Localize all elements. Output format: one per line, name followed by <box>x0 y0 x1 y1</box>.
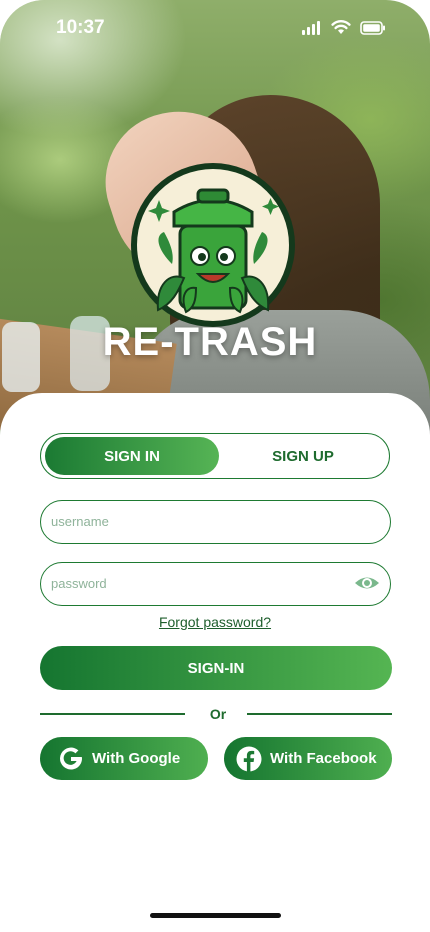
google-login-label: With Google <box>92 750 181 767</box>
home-indicator <box>150 913 281 918</box>
username-input[interactable] <box>51 501 351 542</box>
signal-icon <box>302 21 320 35</box>
brand-title: RE-TRASH <box>102 320 318 364</box>
facebook-login-label: With Facebook <box>270 750 377 767</box>
phone-screen: 10:37 RE-TRASH SIGN IN SIGN UP username … <box>0 0 430 932</box>
auth-tab-switch: SIGN IN SIGN UP <box>40 433 390 479</box>
status-bar: 10:37 <box>0 0 430 56</box>
sign-in-button[interactable]: SIGN-IN <box>40 646 392 690</box>
divider-line-right <box>247 713 392 715</box>
trash-mascot-logo <box>128 160 298 330</box>
google-icon <box>60 747 82 770</box>
password-field <box>40 562 391 606</box>
battery-icon <box>360 21 385 35</box>
status-time: 10:37 <box>56 17 105 38</box>
facebook-login-button[interactable]: With Facebook <box>224 737 392 780</box>
tab-sign-in[interactable]: SIGN IN <box>45 437 219 475</box>
forgot-password-link[interactable]: Forgot password? <box>0 614 430 630</box>
tab-sign-up[interactable]: SIGN UP <box>219 437 387 475</box>
eye-icon[interactable] <box>354 573 380 593</box>
password-input[interactable] <box>51 563 351 604</box>
google-login-button[interactable]: With Google <box>40 737 208 780</box>
username-field <box>40 500 391 544</box>
facebook-icon <box>236 746 262 771</box>
wifi-icon <box>331 20 351 34</box>
